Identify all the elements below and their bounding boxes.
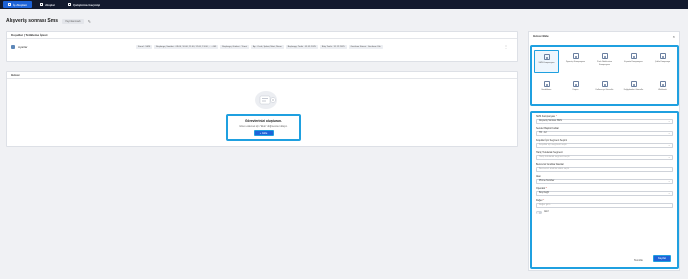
field-select[interactable]: Phone Number ⌄ xyxy=(536,179,673,184)
multi-icon xyxy=(659,53,666,59)
empty-state: Görevlerinizi oluşturun. Görev eklemek i… xyxy=(226,114,301,141)
chevron-down-icon: ⌄ xyxy=(668,120,670,123)
tasks-card: Görev Görevlerinizi oluşturun. Görev ekl… xyxy=(6,71,518,147)
email-icon xyxy=(630,53,637,59)
segment-label: Koşullar İçin Segment Seçimi xyxy=(536,139,568,142)
panel-title: Görev Ekle xyxy=(533,34,549,38)
chip-end-date: Bitiş Tarihi : 31.12.2025 xyxy=(319,44,347,49)
visitor-icon xyxy=(572,53,579,59)
campaign-select[interactable]: Alışveriş Sonrası SMS ⌄ xyxy=(536,119,673,124)
action-email-campaign[interactable]: E-posta Kampanyası xyxy=(621,50,646,73)
empty-state-title: Görevlerinizi oluşturun. xyxy=(244,119,282,123)
plus-icon: + xyxy=(259,131,262,135)
chevron-down-icon: ⌄ xyxy=(668,132,670,135)
panel-header: Görev Ekle × xyxy=(529,32,679,40)
empty-state-subtitle: Görev eklemek için "Ekle" düğmesine tıkl… xyxy=(239,125,288,128)
sender-label: Sender Başlık Kodları xyxy=(536,127,560,130)
conditions-row-name: Ayarlar xyxy=(18,44,28,49)
value-label: Değer * xyxy=(536,199,545,202)
variables-icon xyxy=(630,81,637,87)
active-toggle-label: Aktif xyxy=(544,211,549,213)
conditions-header: Koşullar | Tetikleme İşlevi xyxy=(7,32,517,39)
chevron-down-icon: ⌄ xyxy=(668,192,670,195)
segment-select[interactable]: Koşullar için segment seçin ⌄ xyxy=(536,143,673,148)
tasks-header: Görev xyxy=(7,72,517,79)
workflow-icon xyxy=(8,3,11,6)
task-type-grid: SMS Kampanyası Ziyaretçi Kampanyası Push… xyxy=(530,45,679,106)
main-content: Alışveriş sonrası Sms Yayınlanmadı ✎ xyxy=(6,16,518,26)
push-icon xyxy=(601,53,608,59)
title-row: Alışveriş sonrası Sms Yayınlanmadı ✎ xyxy=(6,16,518,26)
task-form: SMS Kampanyası * Alışveriş Sonrası SMS ⌄ … xyxy=(530,111,679,269)
chip-channel: Kanal : SMS xyxy=(136,44,153,49)
clear-button[interactable]: Temizle xyxy=(634,259,643,262)
chip-months: Ay : Ocak, Şubat, Mart, Nisan xyxy=(250,44,284,49)
settings-icon xyxy=(11,44,15,49)
chevron-down-icon: ⌄ xyxy=(668,180,670,183)
field-label: Alan xyxy=(536,175,541,178)
add-task-panel: Görev Ekle × SMS Kampanyası Ziyaretçi Ka… xyxy=(528,31,680,271)
action-webhook[interactable]: Webhook xyxy=(650,78,675,101)
page-title: Alışveriş sonrası Sms xyxy=(6,18,58,24)
status-badge: Yayınlanmadı xyxy=(61,18,84,24)
action-update-user[interactable]: Kullanıcıyı Güncelle xyxy=(592,78,617,101)
chip-start-hours: Başlangıç Saatleri : 09:00, 10:00, 11:00… xyxy=(154,44,219,49)
conditions-row[interactable]: Ayarlar Kanal : SMS Başlangıç Saatleri :… xyxy=(11,42,508,51)
chip-start-date: Başlangıç Tarihi : 01.01.2025 xyxy=(285,44,318,49)
operator-label: Operatör * xyxy=(536,187,548,190)
sender-select[interactable]: TR - 12 ⌄ xyxy=(536,131,673,136)
campaign-label: SMS Kampanyası * xyxy=(536,115,557,118)
empty-state-illustration-icon xyxy=(255,91,277,109)
tab-flows[interactable]: Akışlar xyxy=(35,1,60,8)
sms-icon xyxy=(543,54,550,60)
tab-workflows[interactable]: İş Akışları xyxy=(3,1,33,8)
user-update-icon xyxy=(601,81,608,87)
conditions-card: Koşullar | Tetikleme İşlevi Ayarlar Kana… xyxy=(6,31,518,62)
webhook-icon xyxy=(659,81,666,87)
chevron-down-icon: ⌄ xyxy=(668,156,670,159)
action-coupon[interactable]: Kupon xyxy=(563,78,588,101)
more-options-icon[interactable]: ⋮ xyxy=(504,44,508,49)
coupon-icon xyxy=(572,81,579,87)
unique-keys-label: Benzersiz Anahtar Alanları xyxy=(536,163,565,166)
active-toggle[interactable] xyxy=(536,211,542,214)
target-icon xyxy=(543,81,550,87)
value-input[interactable]: Değer girin xyxy=(536,203,673,208)
history-icon xyxy=(68,3,72,6)
top-navigation: İş Akışları Akışlar Çalıştırma Geçmişi xyxy=(0,0,688,9)
action-targeting[interactable]: Hedefleme xyxy=(534,78,559,101)
exclude-segment-label: Hariç Tutulacak Segment xyxy=(536,151,563,154)
exclude-segment-select[interactable]: Hariç tutulacak segment seçin ⌄ xyxy=(536,155,673,160)
unique-keys-select[interactable]: Benzersiz anahtar alanı seçin xyxy=(536,167,673,172)
action-update-variables[interactable]: Değişkenleri Güncelle xyxy=(621,78,646,101)
action-push-campaign[interactable]: Push Notification Kampanyası xyxy=(592,50,617,73)
action-sms-campaign[interactable]: SMS Kampanyası xyxy=(534,50,559,73)
operator-select[interactable]: Boş Değil ⌄ xyxy=(536,191,673,196)
chip-start-days: Başlangıç Günleri : Tümü xyxy=(220,44,249,49)
flow-icon xyxy=(40,3,44,6)
action-visitor-campaign[interactable]: Ziyaretçi Kampanyası xyxy=(563,50,588,73)
edit-icon[interactable]: ✎ xyxy=(88,19,91,24)
close-icon[interactable]: × xyxy=(673,34,675,39)
tab-run-history[interactable]: Çalıştırma Geçmişi xyxy=(63,1,105,8)
save-button[interactable]: Kaydet xyxy=(653,255,671,262)
chevron-down-icon: ⌄ xyxy=(668,144,670,147)
chip-delay: Gecikme Süresi : Gecikme Yok xyxy=(348,44,383,49)
action-multi-campaign[interactable]: Çoklu Kampanya xyxy=(650,50,675,73)
add-task-button[interactable]: + Ekle xyxy=(253,130,274,136)
